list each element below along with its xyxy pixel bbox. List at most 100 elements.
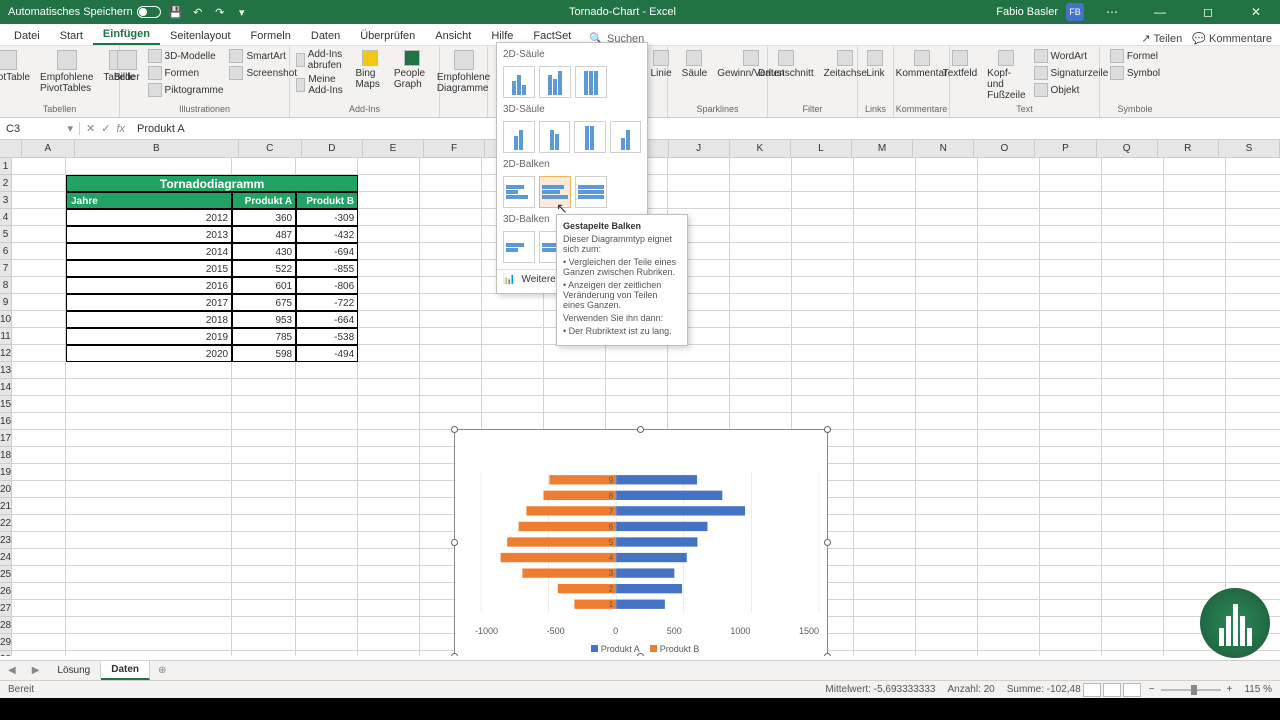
cell[interactable] bbox=[358, 311, 420, 328]
cell[interactable] bbox=[854, 328, 916, 345]
cell[interactable] bbox=[12, 583, 66, 600]
cell[interactable] bbox=[1040, 447, 1102, 464]
cell[interactable] bbox=[358, 277, 420, 294]
redo-icon[interactable]: ↷ bbox=[213, 5, 227, 19]
cell[interactable] bbox=[854, 464, 916, 481]
cell[interactable] bbox=[358, 515, 420, 532]
cell[interactable]: 487 bbox=[232, 226, 296, 243]
cell[interactable] bbox=[12, 277, 66, 294]
cell[interactable] bbox=[916, 481, 978, 498]
cell[interactable] bbox=[1102, 515, 1164, 532]
cell[interactable] bbox=[232, 379, 296, 396]
cell[interactable]: 675 bbox=[232, 294, 296, 311]
cell[interactable] bbox=[1102, 328, 1164, 345]
cell[interactable]: 953 bbox=[232, 311, 296, 328]
cell[interactable] bbox=[668, 345, 730, 362]
cell[interactable] bbox=[1226, 413, 1280, 430]
cell[interactable] bbox=[296, 396, 358, 413]
cell[interactable]: 785 bbox=[232, 328, 296, 345]
cell[interactable] bbox=[916, 498, 978, 515]
row-head[interactable]: 13 bbox=[0, 362, 12, 379]
cell[interactable] bbox=[1040, 617, 1102, 634]
cell[interactable] bbox=[1040, 243, 1102, 260]
cell[interactable] bbox=[1164, 532, 1226, 549]
cell[interactable] bbox=[1164, 379, 1226, 396]
cell[interactable] bbox=[792, 328, 854, 345]
cell[interactable] bbox=[916, 413, 978, 430]
cell[interactable] bbox=[916, 532, 978, 549]
cell[interactable] bbox=[358, 583, 420, 600]
cell[interactable] bbox=[1102, 430, 1164, 447]
cell[interactable] bbox=[232, 600, 296, 617]
cell[interactable] bbox=[916, 430, 978, 447]
cell[interactable] bbox=[66, 515, 232, 532]
add-sheet-icon[interactable]: ⊕ bbox=[150, 665, 174, 676]
row-head[interactable]: 27 bbox=[0, 600, 12, 617]
cell[interactable] bbox=[854, 379, 916, 396]
cell[interactable] bbox=[978, 481, 1040, 498]
cell[interactable] bbox=[420, 379, 482, 396]
row-head[interactable]: 22 bbox=[0, 515, 12, 532]
cell[interactable] bbox=[358, 464, 420, 481]
cell[interactable] bbox=[916, 362, 978, 379]
cell[interactable] bbox=[358, 651, 420, 656]
cell[interactable] bbox=[1040, 328, 1102, 345]
cell[interactable] bbox=[978, 464, 1040, 481]
cell[interactable] bbox=[12, 260, 66, 277]
cell[interactable] bbox=[482, 294, 544, 311]
cell[interactable] bbox=[544, 362, 606, 379]
row-head[interactable]: 10 bbox=[0, 311, 12, 328]
cell[interactable] bbox=[730, 175, 792, 192]
cell[interactable] bbox=[1164, 260, 1226, 277]
pictograms-button[interactable]: Piktogramme bbox=[146, 82, 226, 98]
cell[interactable] bbox=[1102, 158, 1164, 175]
row-head[interactable]: 29 bbox=[0, 634, 12, 651]
cell[interactable]: 2013 bbox=[66, 226, 232, 243]
row-head[interactable]: 6 bbox=[0, 243, 12, 260]
cell[interactable] bbox=[420, 362, 482, 379]
cell[interactable] bbox=[358, 362, 420, 379]
cell[interactable] bbox=[66, 651, 232, 656]
cell[interactable] bbox=[420, 294, 482, 311]
cell[interactable] bbox=[1040, 209, 1102, 226]
cell[interactable] bbox=[1102, 294, 1164, 311]
smartart-button[interactable]: SmartArt bbox=[227, 48, 299, 64]
cell[interactable] bbox=[730, 413, 792, 430]
row-head[interactable]: 7 bbox=[0, 260, 12, 277]
cell[interactable] bbox=[1102, 396, 1164, 413]
zoom-slider[interactable] bbox=[1161, 689, 1221, 691]
cell[interactable] bbox=[1040, 583, 1102, 600]
cell[interactable] bbox=[1102, 498, 1164, 515]
cell[interactable] bbox=[1226, 158, 1280, 175]
cell[interactable] bbox=[916, 549, 978, 566]
cell[interactable] bbox=[792, 311, 854, 328]
cell[interactable] bbox=[66, 481, 232, 498]
cell[interactable] bbox=[854, 175, 916, 192]
cell[interactable] bbox=[66, 362, 232, 379]
cell[interactable] bbox=[66, 600, 232, 617]
my-addins-button[interactable]: Meine Add-Ins bbox=[294, 73, 349, 97]
cell[interactable] bbox=[12, 379, 66, 396]
cell[interactable] bbox=[12, 481, 66, 498]
chart-3d-column-clustered[interactable] bbox=[503, 121, 535, 153]
cell[interactable] bbox=[358, 617, 420, 634]
cell[interactable] bbox=[854, 243, 916, 260]
cell[interactable] bbox=[978, 617, 1040, 634]
cell[interactable] bbox=[1226, 464, 1280, 481]
cell[interactable] bbox=[482, 311, 544, 328]
cell[interactable] bbox=[296, 549, 358, 566]
cell[interactable] bbox=[854, 277, 916, 294]
cell[interactable] bbox=[854, 345, 916, 362]
cell[interactable] bbox=[296, 481, 358, 498]
row-head[interactable]: 19 bbox=[0, 464, 12, 481]
cell[interactable] bbox=[1102, 175, 1164, 192]
cell[interactable] bbox=[978, 549, 1040, 566]
cell[interactable] bbox=[420, 396, 482, 413]
cell[interactable] bbox=[66, 413, 232, 430]
cell[interactable] bbox=[916, 260, 978, 277]
select-all-corner[interactable] bbox=[0, 140, 22, 158]
cell[interactable] bbox=[358, 175, 420, 192]
cell[interactable]: 2016 bbox=[66, 277, 232, 294]
cell[interactable] bbox=[1164, 566, 1226, 583]
row-head[interactable]: 28 bbox=[0, 617, 12, 634]
